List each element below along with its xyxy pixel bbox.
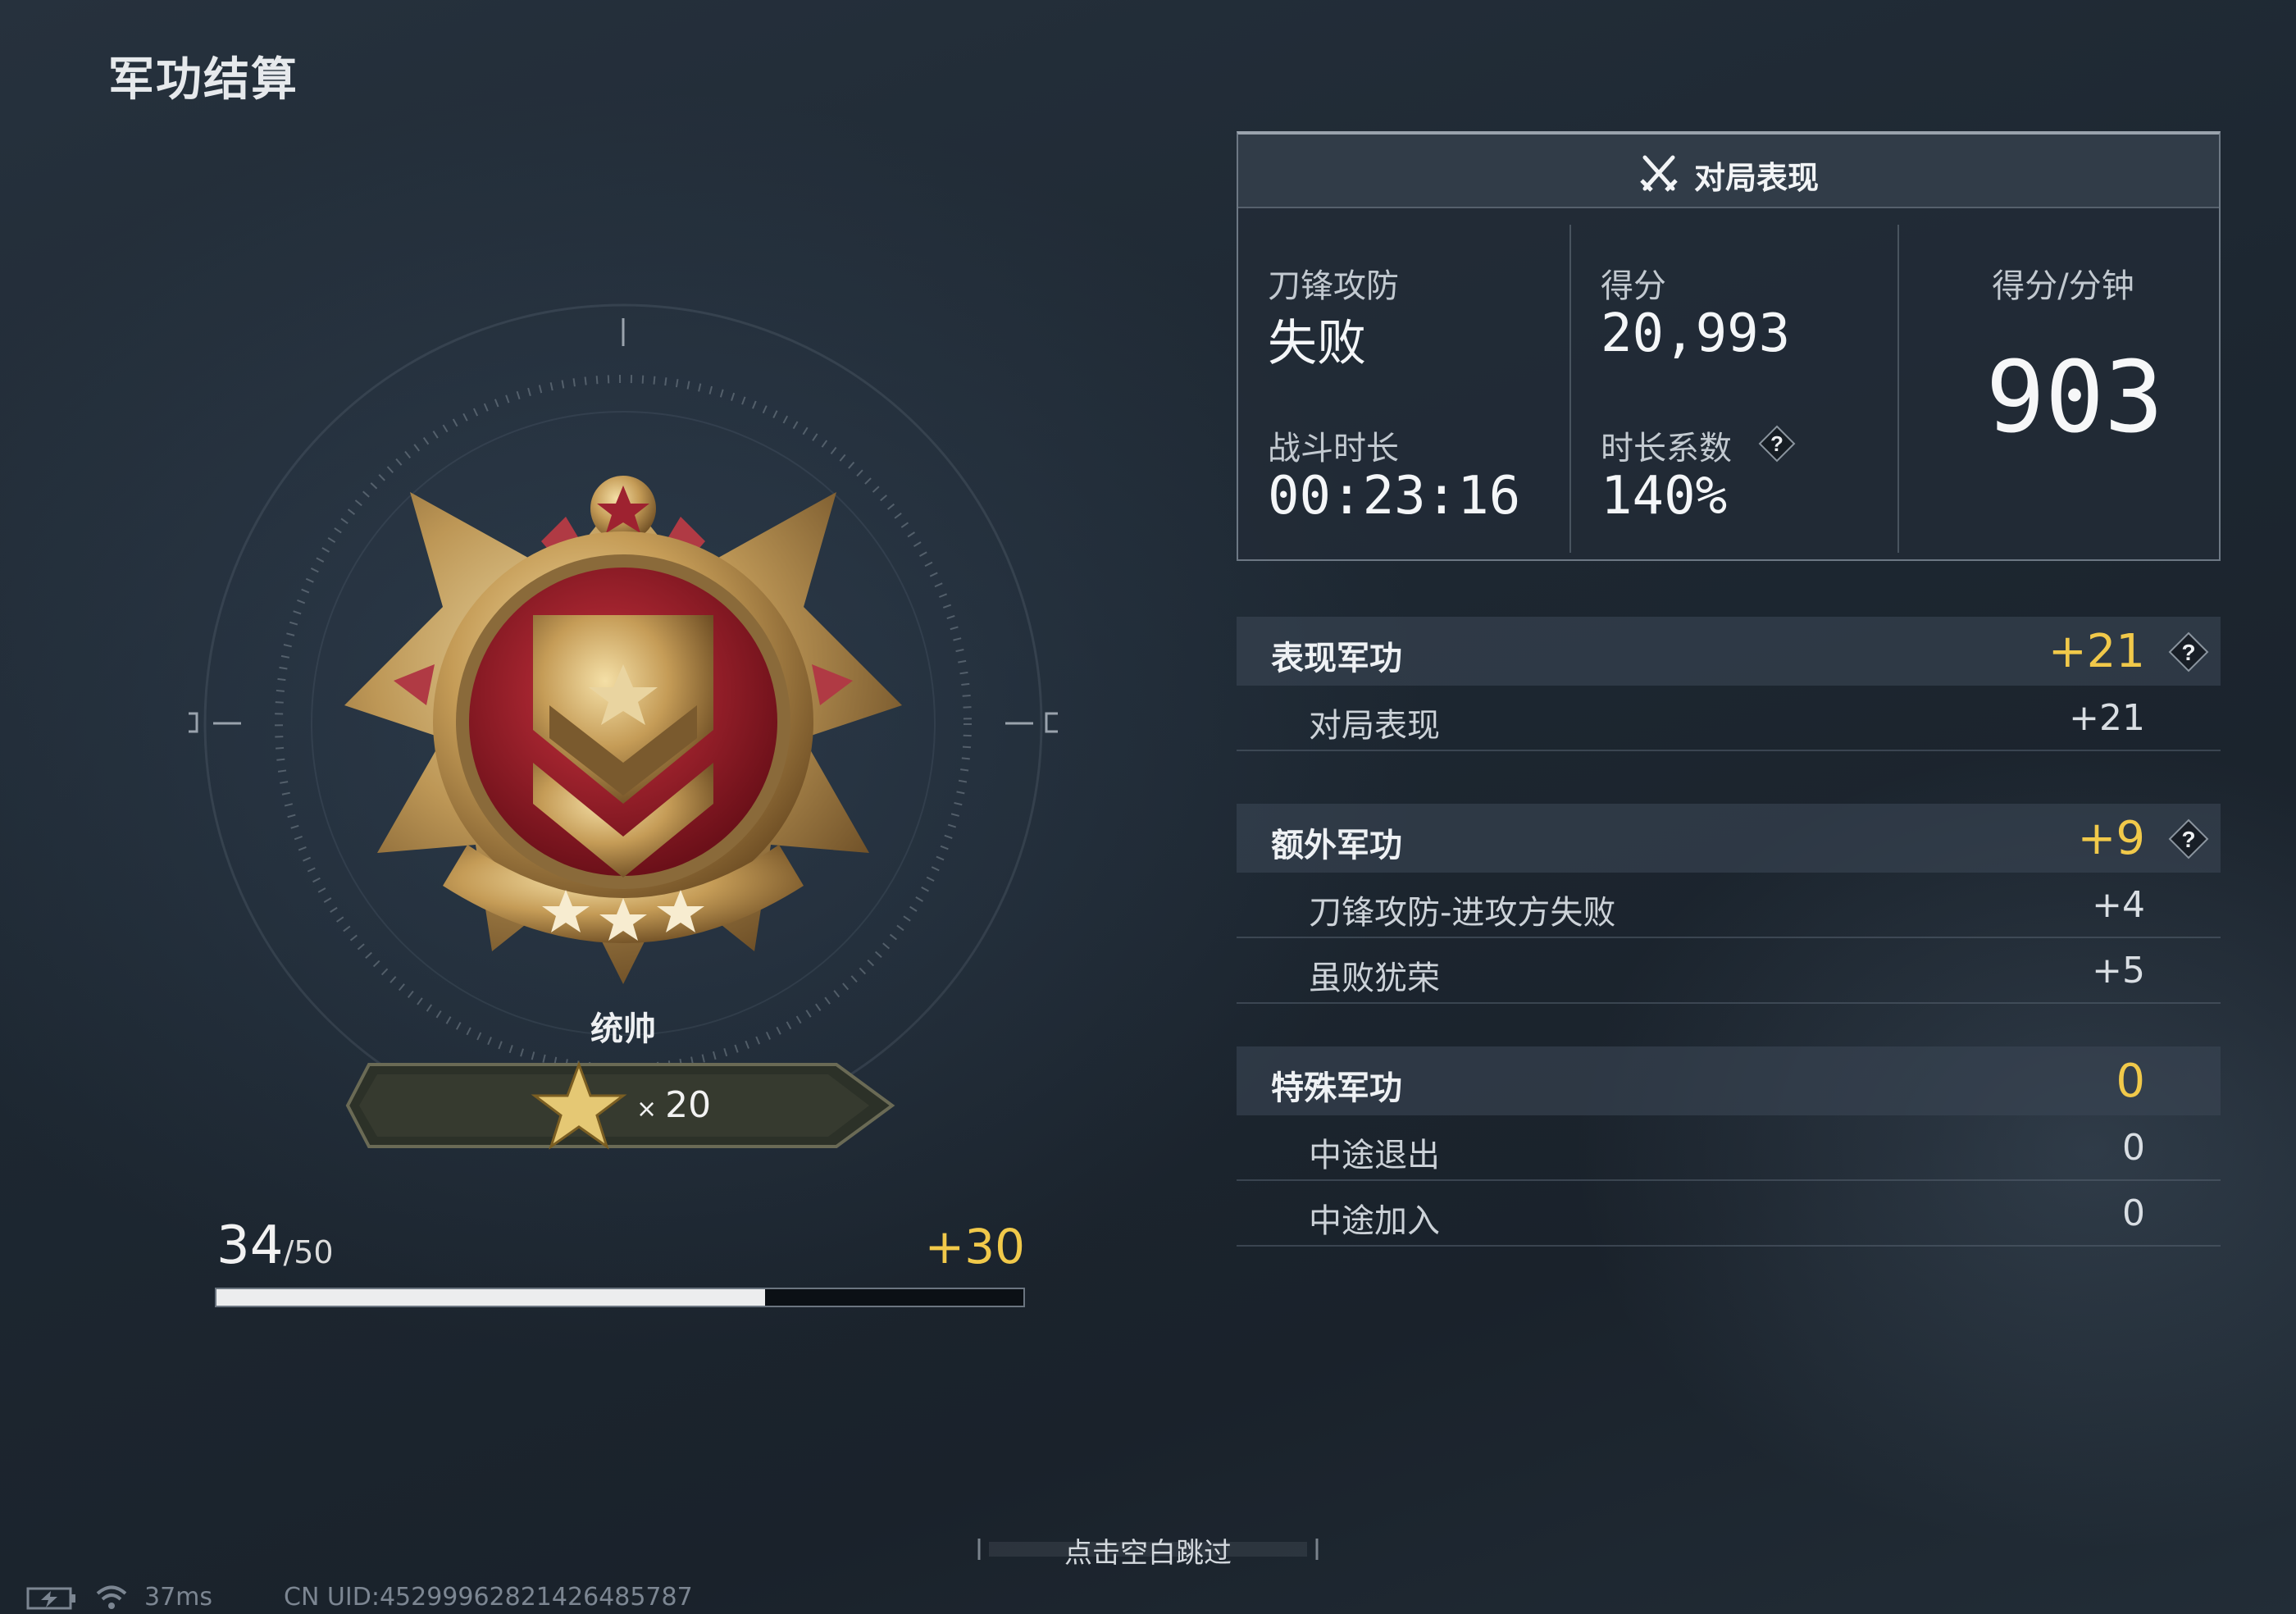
merit-row: 中途退出 0 <box>1237 1115 2221 1181</box>
merit-row: 中途加入 0 <box>1237 1181 2221 1247</box>
merit-row: 对局表现 +21 <box>1237 686 2221 751</box>
merit-section-value: +21 <box>2048 625 2145 678</box>
score-label: 得分 <box>1601 267 1666 305</box>
coefficient-help-icon[interactable]: ? <box>1758 425 1796 463</box>
rank-progress-gain: +30 <box>924 1219 1025 1274</box>
rank-name: 统帅 <box>590 1010 656 1048</box>
score-per-minute-value: 903 <box>1985 341 2164 455</box>
divider <box>1897 225 1899 553</box>
rank-progress-current: 34 <box>216 1215 284 1276</box>
battery-icon <box>26 1587 75 1610</box>
mode-result: 失败 <box>1268 315 1366 372</box>
wifi-icon <box>96 1585 127 1609</box>
match-performance-panel: 对局表现 刀锋攻防 失败 得分 20,993 得分/分钟 903 战斗时长 00… <box>1237 131 2221 561</box>
merit-section-value: +9 <box>2077 812 2145 865</box>
merit-help-icon[interactable]: ? <box>2168 818 2209 859</box>
merit-section-value: 0 <box>2116 1055 2145 1108</box>
merit-row-value: 0 <box>2122 1127 2145 1169</box>
rank-progress-bar <box>215 1288 1025 1307</box>
svg-text:?: ? <box>1770 431 1784 456</box>
crossed-swords-icon <box>1640 155 1678 192</box>
merit-section-header: 特殊军功 0 <box>1237 1046 2221 1115</box>
duration-label: 战斗时长 <box>1268 430 1399 467</box>
merit-row-value: +5 <box>2092 950 2145 992</box>
skip-hint: 点击空白跳过 <box>1064 1537 1232 1570</box>
merit-row-value: +4 <box>2092 884 2145 926</box>
merit-section-header: 额外军功 +9? <box>1237 804 2221 873</box>
star-plate <box>345 1060 895 1150</box>
merit-row-value: 0 <box>2122 1192 2145 1234</box>
merit-section-title: 特殊军功 <box>1271 1069 1402 1107</box>
merit-row-label: 中途加入 <box>1309 1202 1440 1240</box>
merit-help-icon[interactable]: ? <box>2168 631 2209 672</box>
merit-section-title: 额外军功 <box>1271 827 1402 864</box>
match-performance-header: 对局表现 <box>1238 134 2219 208</box>
duration-coefficient-label: 时长系数 <box>1601 430 1732 467</box>
merit-row-label: 刀锋攻防-进攻方失败 <box>1309 894 1616 932</box>
merit-row: 虽败犹荣 +5 <box>1237 938 2221 1004</box>
skip-hint-bar[interactable]: 点击空白跳过 <box>976 1530 1320 1570</box>
merit-row: 刀锋攻防-进攻方失败 +4 <box>1237 873 2221 938</box>
duration-coefficient-value: 140% <box>1601 466 1728 527</box>
rank-emblem <box>344 476 902 984</box>
mode-label: 刀锋攻防 <box>1268 267 1399 305</box>
rank-progress-fill <box>216 1289 766 1306</box>
merit-row-label: 虽败犹荣 <box>1309 960 1440 997</box>
score-per-minute-label: 得分/分钟 <box>1992 267 2134 305</box>
rank-progress-text: 34/50 <box>216 1215 334 1276</box>
merit-row-label: 中途退出 <box>1309 1137 1440 1174</box>
merit-row-label: 对局表现 <box>1309 707 1440 745</box>
rank-progress-max: /50 <box>283 1234 334 1270</box>
match-performance-title: 对局表现 <box>1694 160 1820 196</box>
ping-text: 37ms <box>144 1583 213 1612</box>
duration-value: 00:23:16 <box>1268 466 1521 527</box>
merit-section-header: 表现军功 +21? <box>1237 617 2221 686</box>
star-count-value: 20 <box>665 1084 712 1126</box>
star-multiplier: × <box>636 1095 658 1124</box>
merit-section-title: 表现军功 <box>1271 640 1402 677</box>
svg-text:?: ? <box>2181 640 2195 665</box>
score-value: 20,993 <box>1601 303 1791 364</box>
page-title: 军功结算 <box>108 53 298 107</box>
uid-text: CN UID:452999628214264857​87 <box>284 1583 693 1612</box>
star-count: × 20 <box>636 1084 711 1126</box>
merit-row-value: +21 <box>2069 697 2145 739</box>
divider <box>1569 225 1571 553</box>
svg-text:?: ? <box>2181 827 2195 852</box>
